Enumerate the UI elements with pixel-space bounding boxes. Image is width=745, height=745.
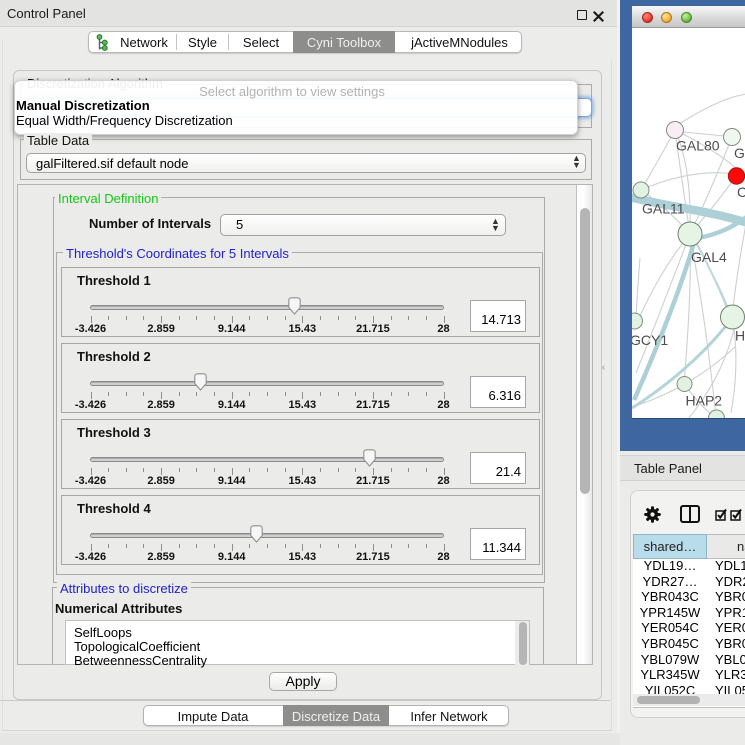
svg-text:GAL80: GAL80: [676, 138, 720, 154]
svg-text:HAP2: HAP2: [686, 393, 723, 409]
svg-text:GAL11: GAL11: [642, 201, 685, 217]
svg-text:H: H: [735, 328, 745, 344]
svg-text:GAL4: GAL4: [691, 249, 727, 265]
svg-text:GA: GA: [734, 145, 745, 161]
svg-text:GCY1: GCY1: [632, 332, 668, 348]
svg-text:C: C: [737, 184, 745, 200]
